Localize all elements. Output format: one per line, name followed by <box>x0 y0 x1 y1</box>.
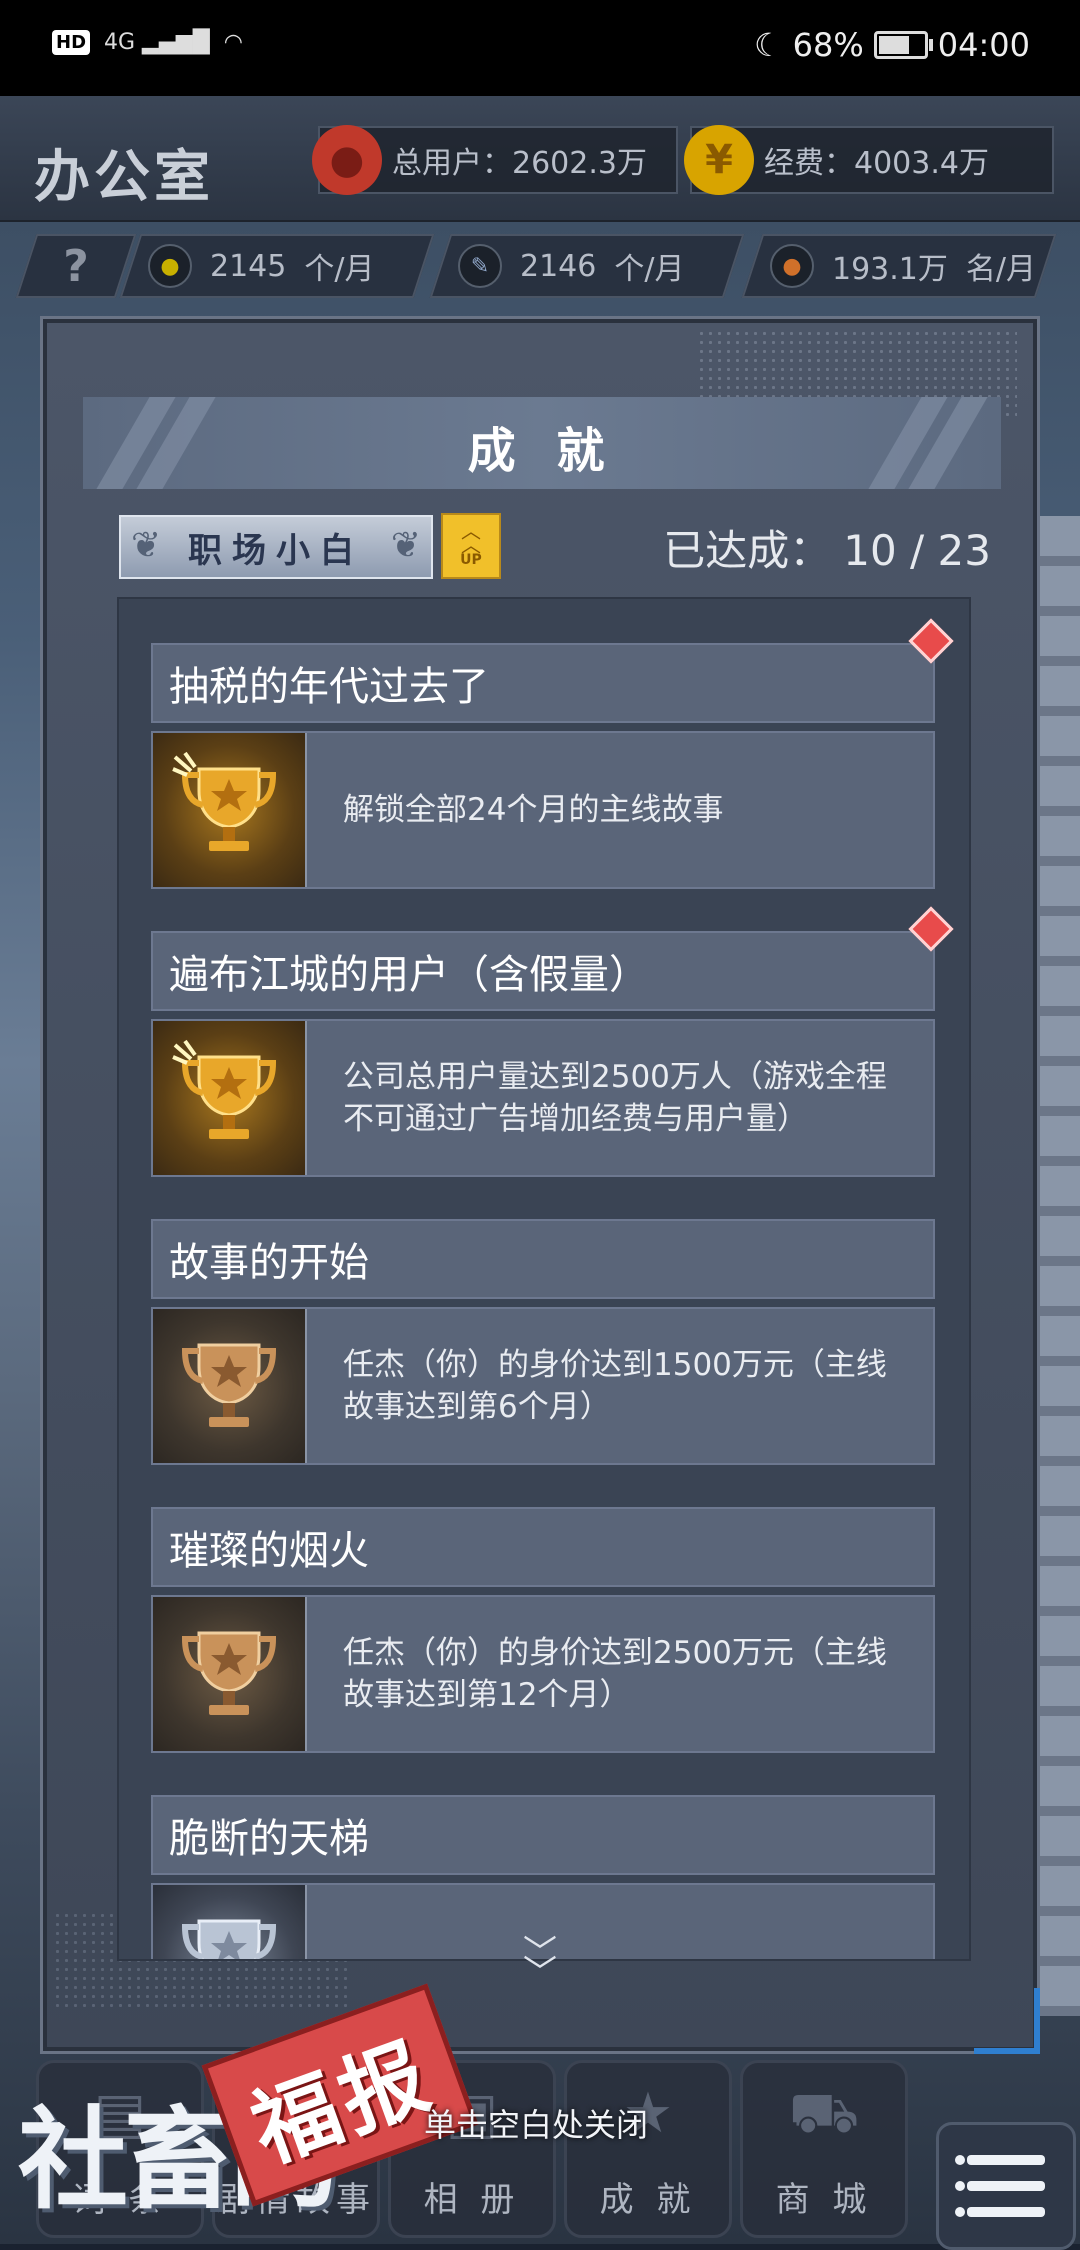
laurel-left-icon: ❦ <box>131 525 162 566</box>
achievement-item[interactable]: 抽税的年代过去了解锁全部24个月的主线故事 <box>151 618 954 889</box>
modal-title: 成 就 <box>467 423 617 479</box>
clock: 04:00 <box>937 26 1030 64</box>
person-icon: ● <box>770 244 814 288</box>
trophy-icon <box>153 1021 307 1175</box>
achievement-title: 抽税的年代过去了 <box>169 664 489 710</box>
network-signal-icon: 4G ▂▄▆█ <box>104 30 210 55</box>
trophy-icon <box>153 733 307 887</box>
page-title: 办公室 <box>34 145 214 210</box>
nav-label: 商 城 <box>775 2180 873 2220</box>
achieved-count: 10 / 23 <box>843 526 991 575</box>
menu-icon <box>955 2207 965 2217</box>
modal-header: 成 就 <box>83 397 1001 489</box>
wifi-icon: ◠ <box>223 30 243 55</box>
menu-button[interactable] <box>936 2122 1076 2250</box>
achievement-body: 任杰（你）的身价达到1500万元（主线故事达到第6个月） <box>151 1307 935 1465</box>
battery-percent: 68% <box>792 26 864 64</box>
ideas-resource: ● 2145 个/月 <box>119 234 435 298</box>
logo-stamp-text: 福报 <box>239 2024 447 2182</box>
achievement-desc: 任杰（你）的身价达到1500万元（主线故事达到第6个月） <box>343 1347 887 1425</box>
menu-icon <box>955 2181 965 2191</box>
achievement-title: 遍布江城的用户（含假量） <box>169 952 649 998</box>
tech-resource: ✎ 2146 个/月 <box>429 234 745 298</box>
lightbulb-icon: ● <box>148 244 192 288</box>
achievement-title-bar: 遍布江城的用户（含假量） <box>151 931 935 1011</box>
achievement-body: 解锁全部24个月的主线故事 <box>151 731 935 889</box>
help-button[interactable]: ? <box>15 234 137 298</box>
menu-icon-line <box>967 2181 1045 2191</box>
nav-shop[interactable]: ⛟ 商 城 <box>740 2060 908 2238</box>
ideas-unit: 个/月 <box>304 252 375 287</box>
menu-icon-line <box>967 2207 1045 2217</box>
moon-icon: ☾ <box>753 26 783 64</box>
laurel-right-icon: ❦ <box>390 525 421 566</box>
help-icon: ? <box>63 240 89 292</box>
staff-resource: ● 193.1万 名/月 <box>741 234 1057 298</box>
achievements-modal: 成 就 ❦ 职场小白 ❦ ︿ ︿ UP 已达成： 10 / 23 抽税的年代过去了解… <box>40 316 1040 2054</box>
battery-icon <box>873 31 933 59</box>
up-label: UP <box>460 552 482 568</box>
rank-badge: ❦ 职场小白 ❦ <box>119 515 433 579</box>
close-hint: 单击空白处关闭 <box>424 2106 649 2144</box>
staff-unit: 名/月 <box>965 252 1036 287</box>
achievement-desc: 公司总用户量达到2500万人（游戏全程不可通过广告增加经费与用户量） <box>343 1059 887 1137</box>
funds-label: 经费：4003.4万 <box>764 146 989 181</box>
top-bar: 办公室 ● 总用户：2602.3万 ¥ 经费：4003.4万 <box>0 96 1080 222</box>
game-logo: 社畜的 福报 <box>10 1983 479 2244</box>
nav-label: 成 就 <box>599 2180 697 2220</box>
tech-value: 2146 <box>520 248 597 284</box>
sparkle-icon <box>172 1039 197 1065</box>
menu-icon <box>955 2155 965 2165</box>
status-right: ☾ 68% 04:00 <box>754 26 1030 64</box>
achievement-title: 璀璨的烟火 <box>169 1528 369 1574</box>
chevron-up-icon: ︿ ︿ <box>461 519 481 557</box>
rank-up-button[interactable]: ︿ ︿ UP <box>441 513 501 579</box>
achievement-desc: 解锁全部24个月的主线故事 <box>343 792 724 828</box>
achievement-title-bar: 抽税的年代过去了 <box>151 643 935 723</box>
tech-unit: 个/月 <box>614 252 685 287</box>
achieved-label: 已达成： <box>663 526 832 575</box>
total-users-stat: ● 总用户：2602.3万 <box>312 125 678 195</box>
staff-value: 193.1万 <box>832 252 948 287</box>
achievement-body: 公司总用户量达到2500万人（游戏全程不可通过广告增加经费与用户量） <box>151 1019 935 1177</box>
achievement-item[interactable]: 璀璨的烟火任杰（你）的身价达到2500万元（主线故事达到第12个月） <box>151 1507 935 1753</box>
scroll-down-icon[interactable]: ﹀ ﹀ <box>43 1936 1037 1990</box>
hd-icon: HD <box>52 30 91 55</box>
achievement-item[interactable]: 遍布江城的用户（含假量） 公司总用户量达到2500万人（游戏全程不可通过广告增加经… <box>151 906 954 1177</box>
achievement-desc: 任杰（你）的身价达到2500万元（主线故事达到第12个月） <box>343 1635 887 1713</box>
rank-label: 职场小白 <box>188 530 364 571</box>
achievement-title-bar: 脆断的天梯 <box>151 1795 935 1875</box>
achievement-title: 脆断的天梯 <box>169 1816 369 1862</box>
cart-icon: ⛟ <box>788 2081 860 2146</box>
trophy-icon <box>153 1597 307 1751</box>
background-building <box>1040 516 1080 2016</box>
achievement-title-bar: 璀璨的烟火 <box>151 1507 935 1587</box>
trophy-icon <box>153 1309 307 1463</box>
achievement-item[interactable]: 故事的开始任杰（你）的身价达到1500万元（主线故事达到第6个月） <box>151 1219 935 1465</box>
resource-bar: ? ● 2145 个/月 ✎ 2146 个/月 ● 193.1万 名/月 <box>0 226 1080 306</box>
achievement-title: 故事的开始 <box>169 1240 369 1286</box>
battery-fill <box>878 36 909 54</box>
achievement-title-bar: 故事的开始 <box>151 1219 935 1299</box>
status-bar: HD 4G ▂▄▆█ ◠ ☾ 68% 04:00 <box>0 0 1080 96</box>
wrench-icon: ✎ <box>458 244 502 288</box>
achievement-body: 任杰（你）的身价达到2500万元（主线故事达到第12个月） <box>151 1595 935 1753</box>
corner-accent <box>974 1988 1040 2054</box>
yen-coin-icon: ¥ <box>684 125 754 195</box>
nav-achievements[interactable]: ★ 成 就 <box>564 2060 732 2238</box>
ideas-value: 2145 <box>210 248 287 284</box>
funds-stat: ¥ 经费：4003.4万 <box>684 125 1054 195</box>
sparkle-icon <box>172 751 197 777</box>
achievement-list[interactable]: 抽税的年代过去了解锁全部24个月的主线故事遍布江城的用户（含假量） 公司总用户量达… <box>117 597 971 1961</box>
total-users-label: 总用户：2602.3万 <box>392 146 647 181</box>
users-icon: ● <box>312 125 382 195</box>
achieved-counter: 已达成： 10 / 23 <box>663 517 991 578</box>
menu-icon-line <box>967 2155 1045 2165</box>
status-left: HD 4G ▂▄▆█ ◠ <box>52 30 243 55</box>
